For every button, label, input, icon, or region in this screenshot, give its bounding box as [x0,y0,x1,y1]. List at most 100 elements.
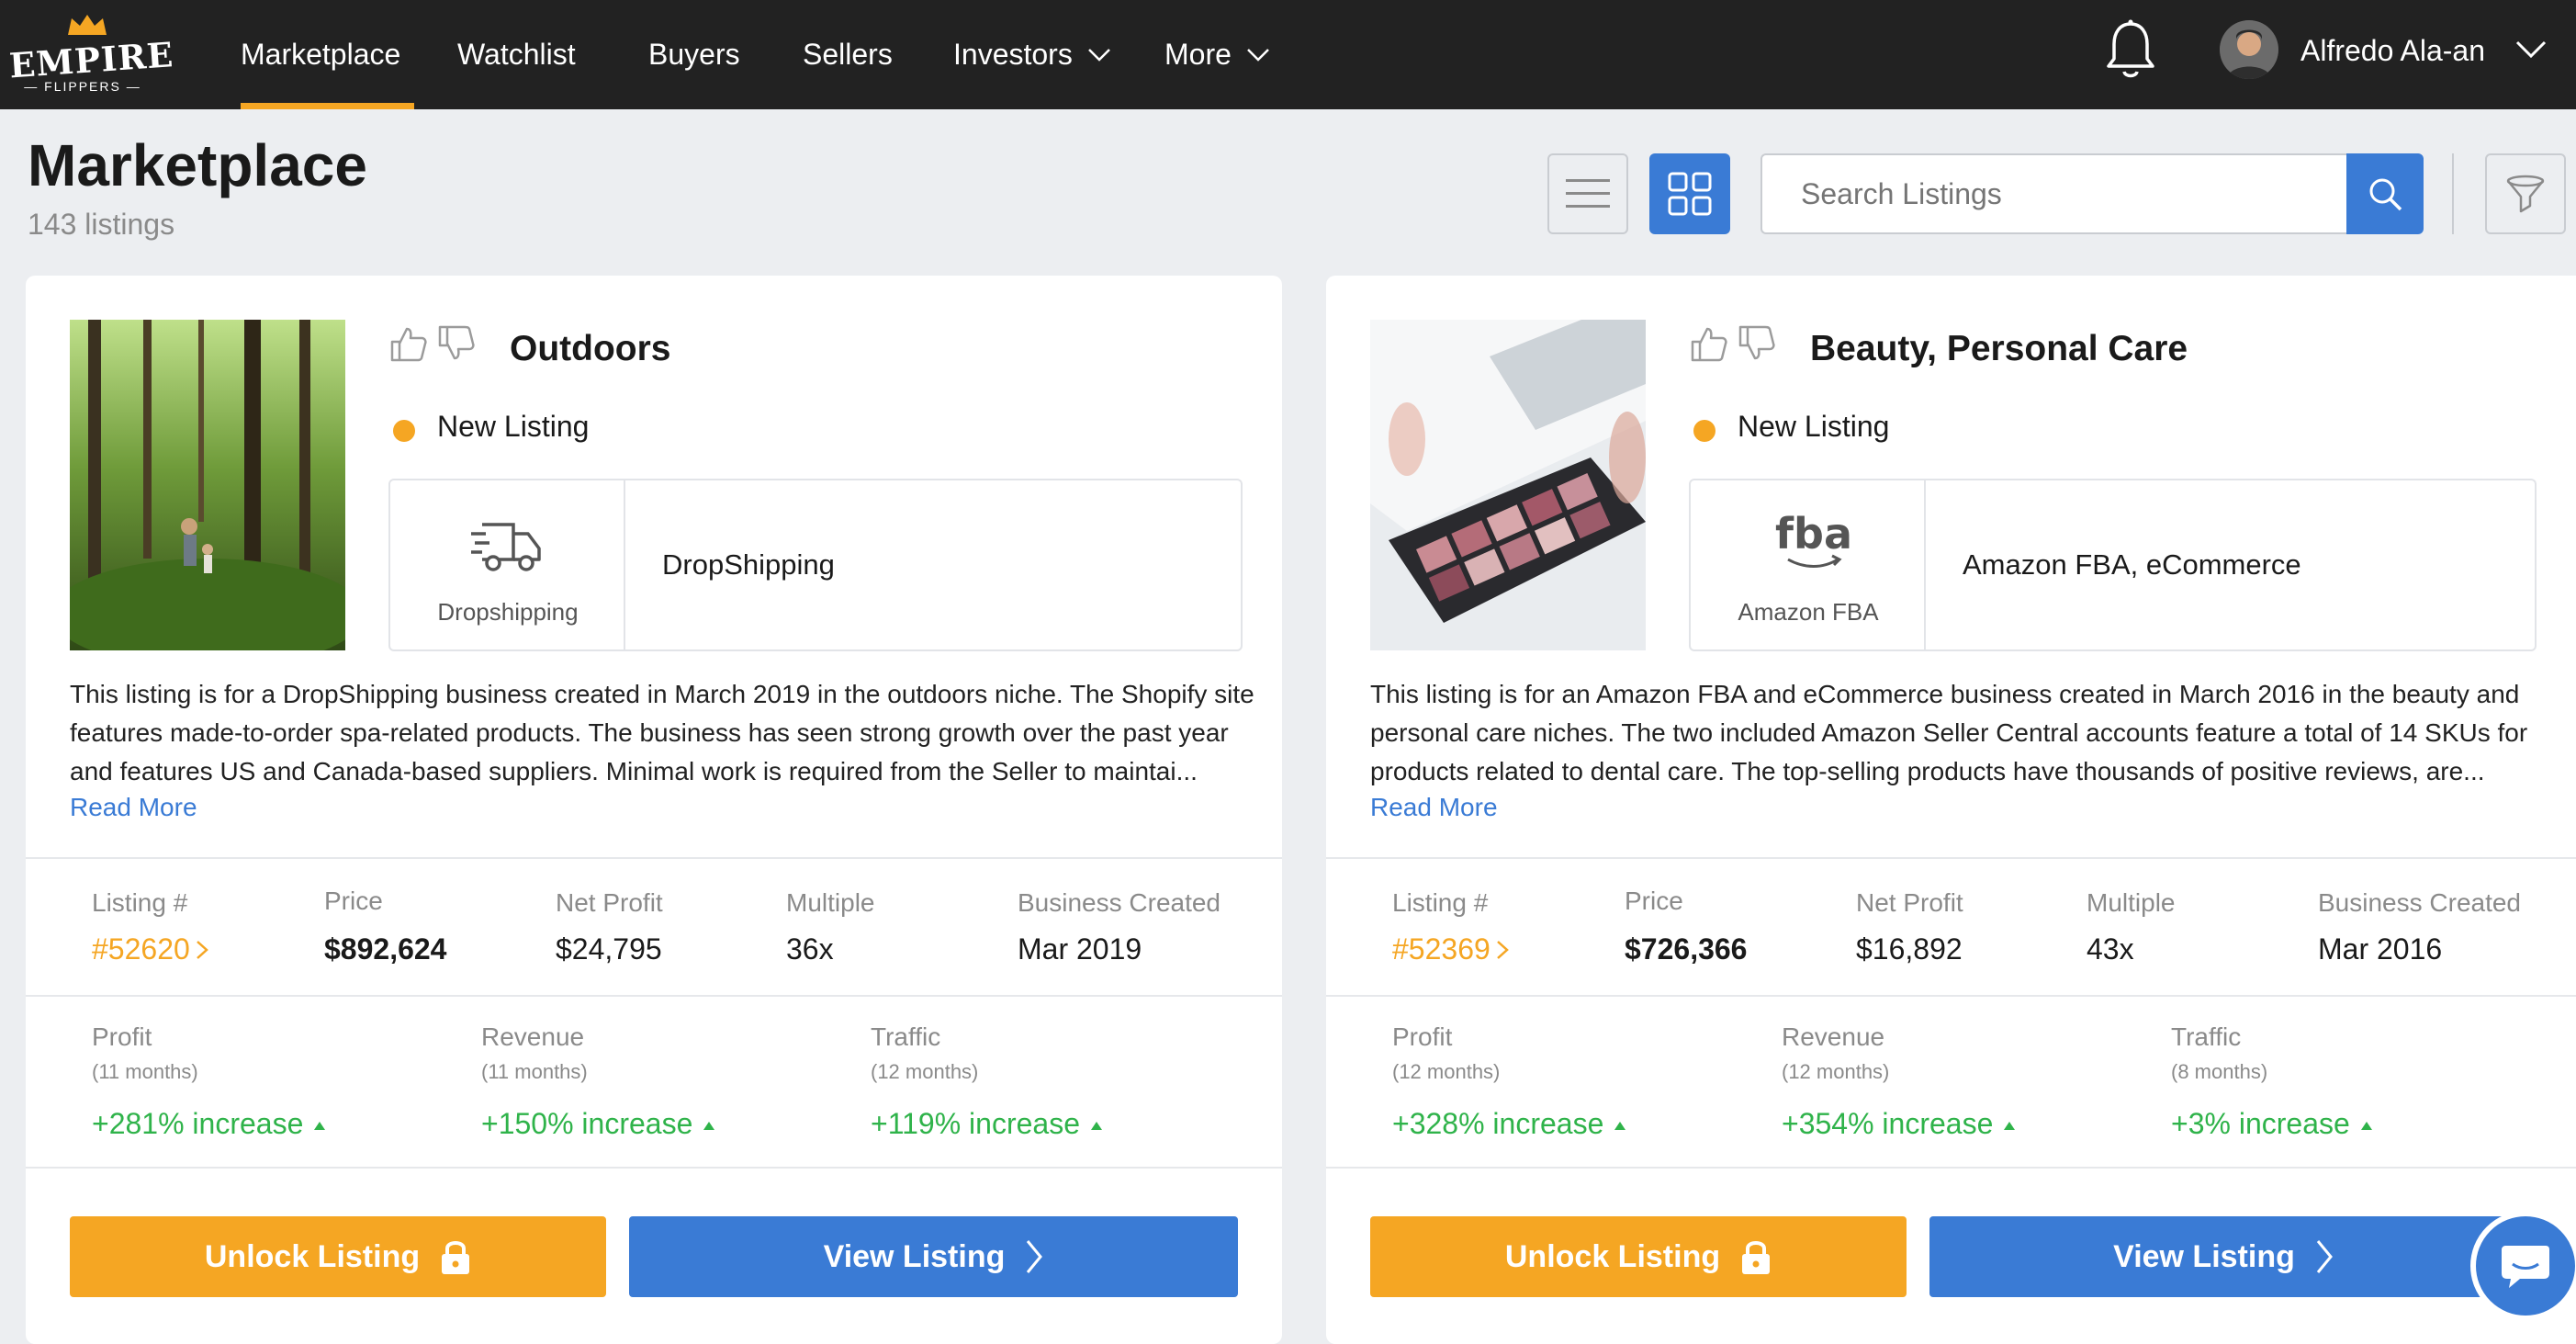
nav-sellers[interactable]: Sellers [803,0,893,109]
chat-widget-button[interactable] [2470,1211,2576,1321]
logo-subtitle: — FLIPPERS — [24,79,141,94]
forest-image [70,320,345,650]
traffic-metric-value: +119% increase [871,1107,1102,1141]
net-profit-value: $16,892 [1856,932,1963,966]
lock-icon [1742,1241,1771,1274]
business-model-description: Amazon FBA, eCommerce [1963,548,2301,581]
multiple-label: Multiple [2087,888,2176,917]
user-name[interactable]: Alfredo Ala-an [2300,0,2485,101]
listing-number-link[interactable]: #52620 [92,932,208,966]
divider [26,995,1282,997]
increase-arrow-icon [2004,1122,2016,1131]
listing-card: Outdoors New Listing Dropshipping DropSh… [26,276,1282,1344]
nav-marketplace[interactable]: Marketplace [241,0,400,109]
search-input[interactable] [1760,153,2346,234]
revenue-metric-value: +150% increase [481,1107,715,1141]
traffic-metric-label: Traffic [871,1022,941,1051]
listing-card: Beauty, Personal Care New Listing fba Am… [1326,276,2576,1344]
business-model-icon-cell: fba Amazon FBA [1691,480,1926,649]
increase-arrow-icon [1614,1122,1626,1131]
divider [26,857,1282,859]
filter-button[interactable] [2485,153,2566,234]
business-created-value: Mar 2016 [2318,932,2443,966]
chevron-right-icon [2316,1240,2333,1273]
svg-text:fba: fba [1775,512,1852,559]
divider [1326,1167,2576,1169]
top-navigation: EMPIRE — FLIPPERS — Marketplace Watchlis… [0,0,2576,109]
nav-watchlist[interactable]: Watchlist [457,0,576,109]
view-listing-button[interactable]: View Listing [629,1216,1238,1297]
business-model-label: Amazon FBA [1738,598,1879,626]
increase-arrow-icon [1091,1122,1102,1131]
thumbs-up-icon[interactable] [388,323,429,364]
chat-icon [2502,1246,2549,1288]
increase-arrow-icon [703,1122,715,1131]
bell-icon[interactable] [2103,18,2158,83]
new-listing-dot [393,420,415,442]
chevron-down-icon[interactable] [2514,39,2548,61]
revenue-metric-period: (11 months) [481,1060,588,1083]
listing-number-label: Listing # [1392,888,1489,917]
chevron-right-icon [196,940,208,959]
fba-icon: fba [1775,512,1852,568]
business-created-value: Mar 2019 [1018,932,1142,966]
profit-metric-period: (11 months) [92,1060,198,1083]
user-photo-icon [2220,20,2278,79]
vote-buttons [1689,323,1777,364]
read-more-link[interactable]: Read More [70,793,197,822]
business-model-description: DropShipping [662,548,835,581]
read-more-link[interactable]: Read More [1370,793,1498,822]
divider [1326,857,2576,859]
lock-icon [442,1241,470,1274]
listing-status: New Listing [437,410,590,443]
nav-investors[interactable]: Investors [953,0,1111,109]
listing-niche: Beauty, Personal Care [1810,329,2188,368]
nav-more[interactable]: More [1164,0,1270,109]
profit-metric-label: Profit [92,1022,152,1051]
chevron-right-icon [1496,940,1509,959]
grid-view-icon [1668,172,1712,216]
listing-status: New Listing [1738,410,1890,443]
vote-buttons [388,323,477,364]
thumbs-up-icon[interactable] [1689,323,1729,364]
increase-arrow-icon [2360,1122,2372,1131]
profit-metric-label: Profit [1392,1022,1453,1051]
thumbs-down-icon[interactable] [436,323,477,364]
view-listing-button[interactable]: View Listing [1929,1216,2517,1297]
grid-view-button[interactable] [1649,153,1730,234]
business-created-label: Business Created [1018,888,1221,917]
avatar[interactable] [2220,20,2278,79]
listing-number-label: Listing # [92,888,188,917]
revenue-metric-value: +354% increase [1782,1107,2016,1141]
list-view-icon [1566,179,1610,208]
list-view-button[interactable] [1547,153,1628,234]
listing-image[interactable] [70,320,345,650]
traffic-metric-period: (8 months) [2171,1060,2268,1083]
filter-icon [2506,175,2545,213]
thumbs-down-icon[interactable] [1737,323,1777,364]
price-value: $726,366 [1625,932,1748,966]
nav-buyers[interactable]: Buyers [648,0,740,109]
eyeshadow-palette-image [1370,320,1646,650]
unlock-listing-button[interactable]: Unlock Listing [70,1216,606,1297]
search-button[interactable] [2346,153,2424,234]
listing-number-link[interactable]: #52369 [1392,932,1509,966]
listing-count: 143 listings [28,208,175,241]
divider [26,1167,1282,1169]
empire-flippers-logo[interactable]: EMPIRE — FLIPPERS — [8,13,175,96]
business-model-box: Dropshipping DropShipping [388,479,1243,651]
chevron-down-icon [1247,48,1269,62]
unlock-listing-button[interactable]: Unlock Listing [1370,1216,1907,1297]
nav-active-indicator [241,103,414,109]
business-model-label: Dropshipping [437,598,579,626]
listing-description: This listing is for an Amazon FBA and eC… [1370,680,2528,785]
increase-arrow-icon [314,1122,326,1131]
price-label: Price [324,887,383,915]
new-listing-dot [1693,420,1715,442]
traffic-metric-label: Traffic [2171,1022,2242,1051]
net-profit-label: Net Profit [556,888,663,917]
page-title: Marketplace [28,132,367,198]
net-profit-value: $24,795 [556,932,662,966]
crown-icon [68,15,107,35]
listing-image[interactable] [1370,320,1646,650]
